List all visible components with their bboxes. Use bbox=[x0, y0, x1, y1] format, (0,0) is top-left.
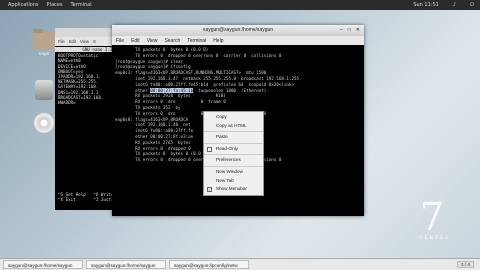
terminal-menu[interactable]: Terminal bbox=[70, 2, 91, 8]
top-panel: Applications Places Terminal Sun 11:51 ♪… bbox=[0, 0, 480, 10]
selected-text: 08:00:27:fa:45:1b bbox=[150, 87, 194, 93]
clock[interactable]: Sun 11:51 bbox=[413, 2, 439, 8]
menu-separator bbox=[204, 131, 263, 133]
context-menu-item[interactable]: New Window bbox=[204, 168, 263, 177]
terminal-menu-item[interactable]: Help bbox=[213, 38, 223, 44]
taskbar-window-button[interactable]: saygun@saygun:/home/saygun bbox=[3, 260, 83, 269]
terminal-title: saygun@saygun:/home/saygun bbox=[202, 27, 274, 33]
nano-menu-item[interactable]: Edit bbox=[69, 39, 76, 44]
taskbar-window-button[interactable]: saygun@saygun:/ipconfig/netw bbox=[169, 260, 249, 269]
context-menu-label: Copy as HTML bbox=[216, 122, 247, 128]
terminal-menubar: File Edit View Search Terminal Help bbox=[112, 36, 364, 45]
places-menu[interactable]: Places bbox=[47, 2, 63, 8]
maximize-icon[interactable]: □ bbox=[348, 25, 351, 36]
context-menu-label: Read-Only bbox=[216, 145, 238, 151]
context-menu-item[interactable]: Preferences bbox=[204, 156, 263, 165]
context-menu-label: Copy bbox=[216, 114, 227, 119]
context-menu: Copy Copy as HTML Paste Read-Only Preference… bbox=[203, 111, 264, 196]
context-menu-label: Show Menubar bbox=[216, 186, 247, 192]
applications-menu[interactable]: Applications bbox=[8, 2, 39, 8]
bottom-taskbar: saygun@saygun:/home/saygun saygun@saygun:… bbox=[0, 258, 480, 270]
terminal-menu-item[interactable]: Search bbox=[164, 38, 180, 44]
checkbox-icon[interactable] bbox=[207, 146, 212, 152]
centos-seven-logo: 7 bbox=[419, 195, 444, 239]
terminal-menu-item[interactable]: File bbox=[116, 38, 124, 44]
context-menu-item[interactable]: Read-Only bbox=[204, 145, 263, 154]
terminal-menu-item[interactable]: Terminal bbox=[187, 38, 206, 44]
context-menu-item[interactable]: Copy as HTML bbox=[204, 122, 263, 131]
nano-menu-item[interactable]: View bbox=[80, 39, 89, 44]
taskbar-window-button[interactable]: saygun@saygun:/home/saygun bbox=[86, 260, 166, 269]
minimize-icon[interactable]: – bbox=[340, 25, 343, 36]
volume-icon[interactable]: ♪ bbox=[453, 2, 456, 8]
checkbox-icon[interactable]: ✓ bbox=[207, 187, 212, 193]
context-menu-item[interactable]: Paste bbox=[204, 133, 263, 142]
workspace-pager[interactable]: 1 / 4 bbox=[457, 261, 474, 268]
power-icon[interactable]: ⏻ bbox=[470, 2, 474, 8]
context-menu-item[interactable]: New Tab bbox=[204, 177, 263, 186]
menu-separator bbox=[204, 154, 263, 156]
context-menu-label: Preferences bbox=[216, 157, 241, 163]
context-menu-label: New Tab bbox=[216, 177, 234, 183]
context-menu-item[interactable]: ✓ Show Menubar bbox=[204, 185, 263, 194]
terminal-menu-item[interactable]: Edit bbox=[131, 38, 140, 44]
terminal-menu-item[interactable]: View bbox=[147, 38, 158, 44]
context-menu-item[interactable]: Copy bbox=[204, 113, 263, 122]
nano-menu-item[interactable]: File bbox=[58, 39, 65, 44]
menu-separator bbox=[204, 142, 263, 144]
nano-menu-item[interactable]: S bbox=[93, 39, 96, 44]
terminal-titlebar[interactable]: saygun@saygun:/home/saygun – □ ✕ bbox=[112, 25, 364, 36]
centos-wordmark: CENTOS bbox=[419, 236, 450, 241]
context-menu-label: Paste bbox=[216, 134, 228, 140]
context-menu-label: New Window bbox=[216, 168, 243, 174]
close-icon[interactable]: ✕ bbox=[356, 25, 360, 36]
menu-separator bbox=[204, 165, 263, 167]
